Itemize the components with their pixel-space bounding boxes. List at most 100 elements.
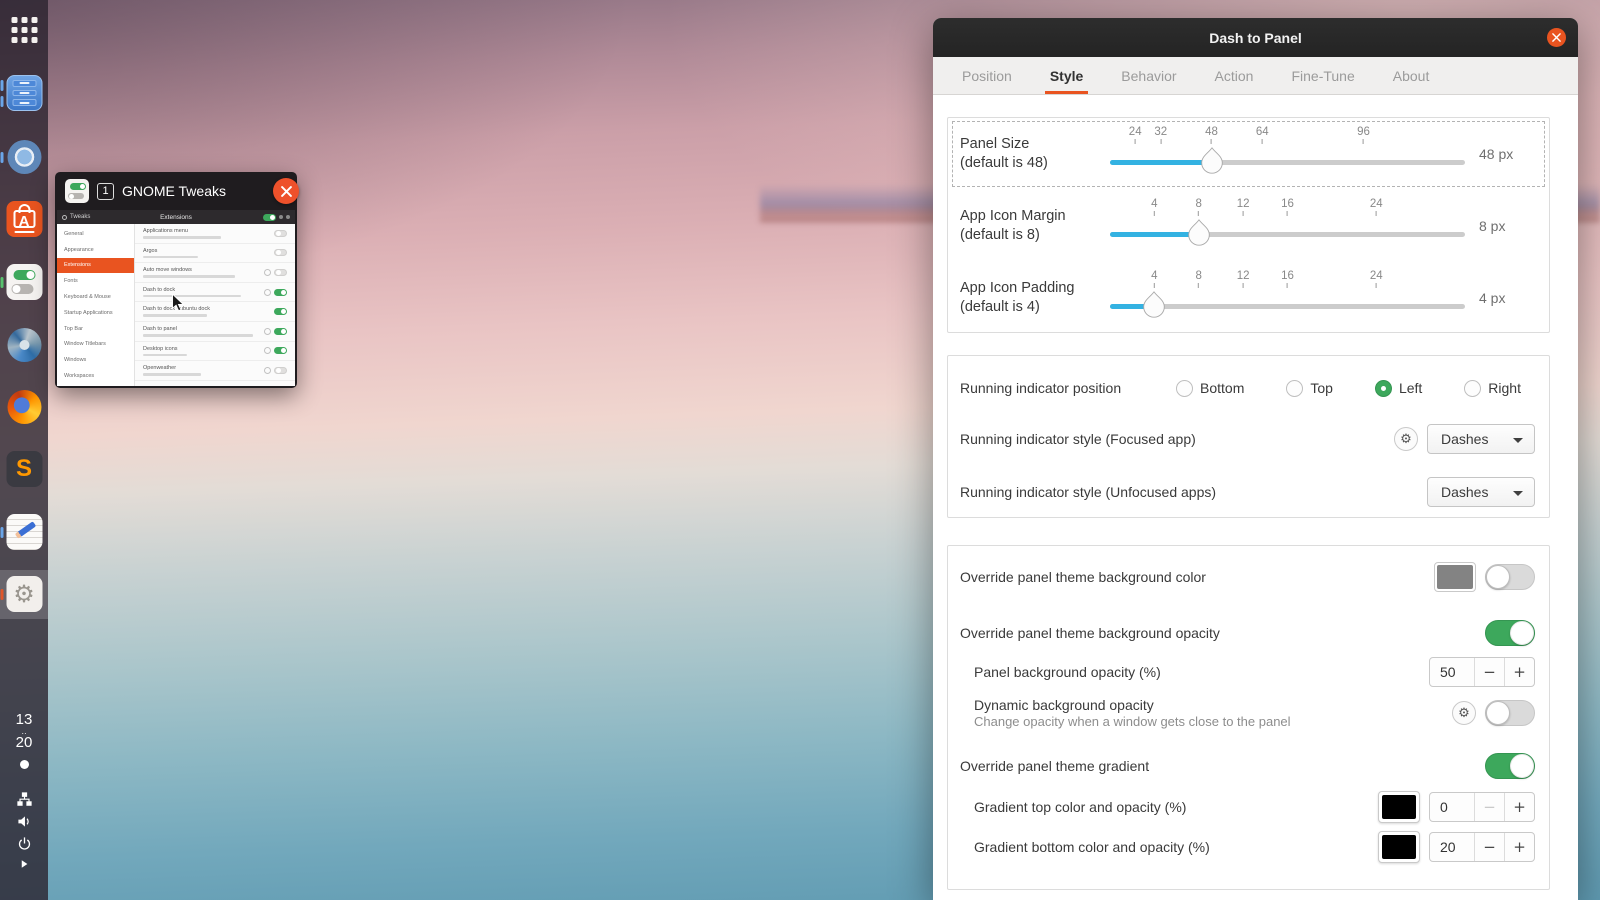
app-icon-padding-slider[interactable]: 48121624 — [1110, 262, 1465, 334]
sublime-text-icon: S — [6, 451, 42, 487]
spin-value: 0 — [1430, 793, 1474, 821]
slider-tick: 32 — [1154, 126, 1167, 144]
master-toggle — [263, 214, 276, 221]
radio-bottom[interactable]: Bottom — [1176, 380, 1244, 397]
dock-clock[interactable]: 13 20 — [0, 712, 48, 769]
radio-right[interactable]: Right — [1464, 380, 1521, 397]
app-icon-margin-value: 8 px — [1465, 218, 1537, 234]
tweaks-sidebar-item: Windows — [57, 352, 134, 368]
increment-button[interactable]: + — [1504, 833, 1534, 861]
dock-item-chromium[interactable] — [6, 139, 43, 176]
app-icon-margin-default: (default is 8) — [960, 226, 1110, 245]
slider-tick: 4 — [1151, 270, 1157, 288]
clock-minute: 20 — [0, 735, 48, 752]
indicator-style-focused-row: Running indicator style (Focused app) ⚙ … — [948, 412, 1549, 466]
panel-size-default: (default is 48) — [960, 154, 1110, 173]
ubuntu-software-icon: A — [6, 201, 42, 237]
decrement-button[interactable]: − — [1474, 793, 1504, 821]
dock-item-firefox[interactable] — [6, 389, 43, 426]
tab-position[interactable]: Position — [943, 57, 1031, 94]
volume-icon[interactable] — [17, 814, 32, 829]
gradient-bottom-color-swatch[interactable] — [1378, 831, 1420, 863]
slider-thumb[interactable] — [1186, 218, 1211, 253]
tab-behavior[interactable]: Behavior — [1102, 57, 1195, 94]
dock-item-shutter[interactable] — [6, 327, 43, 364]
gradient-bottom-row: Gradient bottom color and opacity (%) 20… — [948, 827, 1549, 867]
panel-size-slider[interactable]: 2432486496 — [1110, 118, 1465, 190]
tab-fine-tune[interactable]: Fine-Tune — [1272, 57, 1373, 94]
tab-style[interactable]: Style — [1031, 57, 1102, 94]
dock-item-text-editor[interactable] — [6, 514, 43, 551]
running-indicator-dash — [1, 96, 4, 107]
slider-thumb[interactable] — [1142, 290, 1167, 325]
slider-track[interactable] — [1110, 232, 1465, 237]
gradient-top-color-swatch[interactable] — [1378, 791, 1420, 823]
app-icon-margin-row: App Icon Margin (default is 8) 48121624 … — [948, 190, 1549, 262]
dynamic-opacity-options-button[interactable]: ⚙ — [1452, 701, 1476, 725]
radio-icon — [1464, 380, 1481, 397]
tweaks-extension-row: Dash to panel — [135, 322, 295, 342]
dock-item-files[interactable] — [6, 75, 43, 112]
apps-grid-icon — [10, 16, 38, 44]
show-applications-button[interactable] — [6, 12, 43, 49]
panel-size-row: Panel Size (default is 48) 2432486496 48… — [948, 118, 1549, 190]
gear-icon — [264, 328, 271, 335]
increment-button[interactable]: + — [1504, 658, 1534, 686]
tweaks-sidebar-item: Workspaces — [57, 368, 134, 384]
dynamic-opacity-toggle[interactable] — [1485, 700, 1535, 726]
panel-opacity-label: Panel background opacity (%) — [974, 664, 1161, 680]
gradient-bottom-spinner[interactable]: 20 − + — [1429, 832, 1535, 862]
tweaks-extension-row: Applications menu — [135, 224, 295, 244]
app-icon-margin-slider[interactable]: 48121624 — [1110, 190, 1465, 262]
dock-item-gnome-tweaks[interactable] — [6, 264, 43, 301]
tab-about[interactable]: About — [1374, 57, 1449, 94]
power-icon[interactable] — [17, 836, 32, 851]
slider-tick: 96 — [1357, 126, 1370, 144]
size-sliders-section: Panel Size (default is 48) 2432486496 48… — [947, 117, 1550, 333]
text-editor-icon — [6, 514, 42, 550]
bg-opacity-row: Override panel theme background opacity — [948, 613, 1549, 653]
focused-style-options-button[interactable]: ⚙ — [1394, 427, 1418, 451]
tab-action[interactable]: Action — [1196, 57, 1273, 94]
app-icon-padding-value: 4 px — [1465, 290, 1537, 306]
close-icon — [1552, 33, 1561, 42]
window-thumbnail[interactable]: Tweaks Extensions GeneralAppearanceExten… — [57, 210, 295, 386]
slider-tick: 12 — [1237, 198, 1250, 216]
unfocused-style-dropdown[interactable]: Dashes — [1427, 477, 1535, 507]
decrement-button[interactable]: − — [1474, 658, 1504, 686]
dock-item-sublime-text[interactable]: S — [6, 451, 43, 488]
window-close-button[interactable] — [1547, 28, 1566, 47]
titlebar[interactable]: Dash to Panel — [933, 18, 1578, 57]
focused-style-dropdown[interactable]: Dashes — [1427, 424, 1535, 454]
indicator-position-label: Running indicator position — [960, 380, 1176, 396]
radio-left[interactable]: Left — [1375, 380, 1422, 397]
preview-close-button[interactable] — [273, 178, 299, 204]
expand-caret-icon[interactable] — [18, 858, 30, 870]
radio-icon — [1176, 380, 1193, 397]
panel-opacity-spinner[interactable]: 50 − + — [1429, 657, 1535, 687]
network-icon[interactable] — [17, 792, 32, 807]
radio-top[interactable]: Top — [1286, 380, 1333, 397]
panel-background-section: Override panel theme background color Ov… — [947, 545, 1550, 890]
slider-tick: 16 — [1281, 198, 1294, 216]
tweaks-sidebar-item: Appearance — [57, 242, 134, 258]
dock-item-settings[interactable]: ⚙ — [6, 576, 43, 613]
gradient-toggle[interactable] — [1485, 753, 1535, 779]
bg-opacity-toggle[interactable] — [1485, 620, 1535, 646]
bg-color-swatch[interactable] — [1434, 562, 1476, 592]
dock-item-ubuntu-software[interactable]: A — [6, 201, 43, 238]
decrement-button[interactable]: − — [1474, 833, 1504, 861]
increment-button[interactable]: + — [1504, 793, 1534, 821]
gradient-bottom-label: Gradient bottom color and opacity (%) — [974, 839, 1210, 855]
tweaks-sidebar-item: Extensions — [57, 258, 134, 274]
files-icon — [6, 75, 42, 111]
gradient-top-spinner[interactable]: 0 − + — [1429, 792, 1535, 822]
slider-thumb[interactable] — [1199, 146, 1224, 181]
slider-track[interactable] — [1110, 160, 1465, 165]
gradient-row: Override panel theme gradient — [948, 745, 1549, 787]
bg-color-toggle[interactable] — [1485, 564, 1535, 590]
running-indicator-dash — [1, 80, 4, 91]
slider-tick: 48 — [1205, 126, 1218, 144]
gear-icon — [264, 367, 271, 374]
app-icon-padding-default: (default is 4) — [960, 298, 1110, 317]
